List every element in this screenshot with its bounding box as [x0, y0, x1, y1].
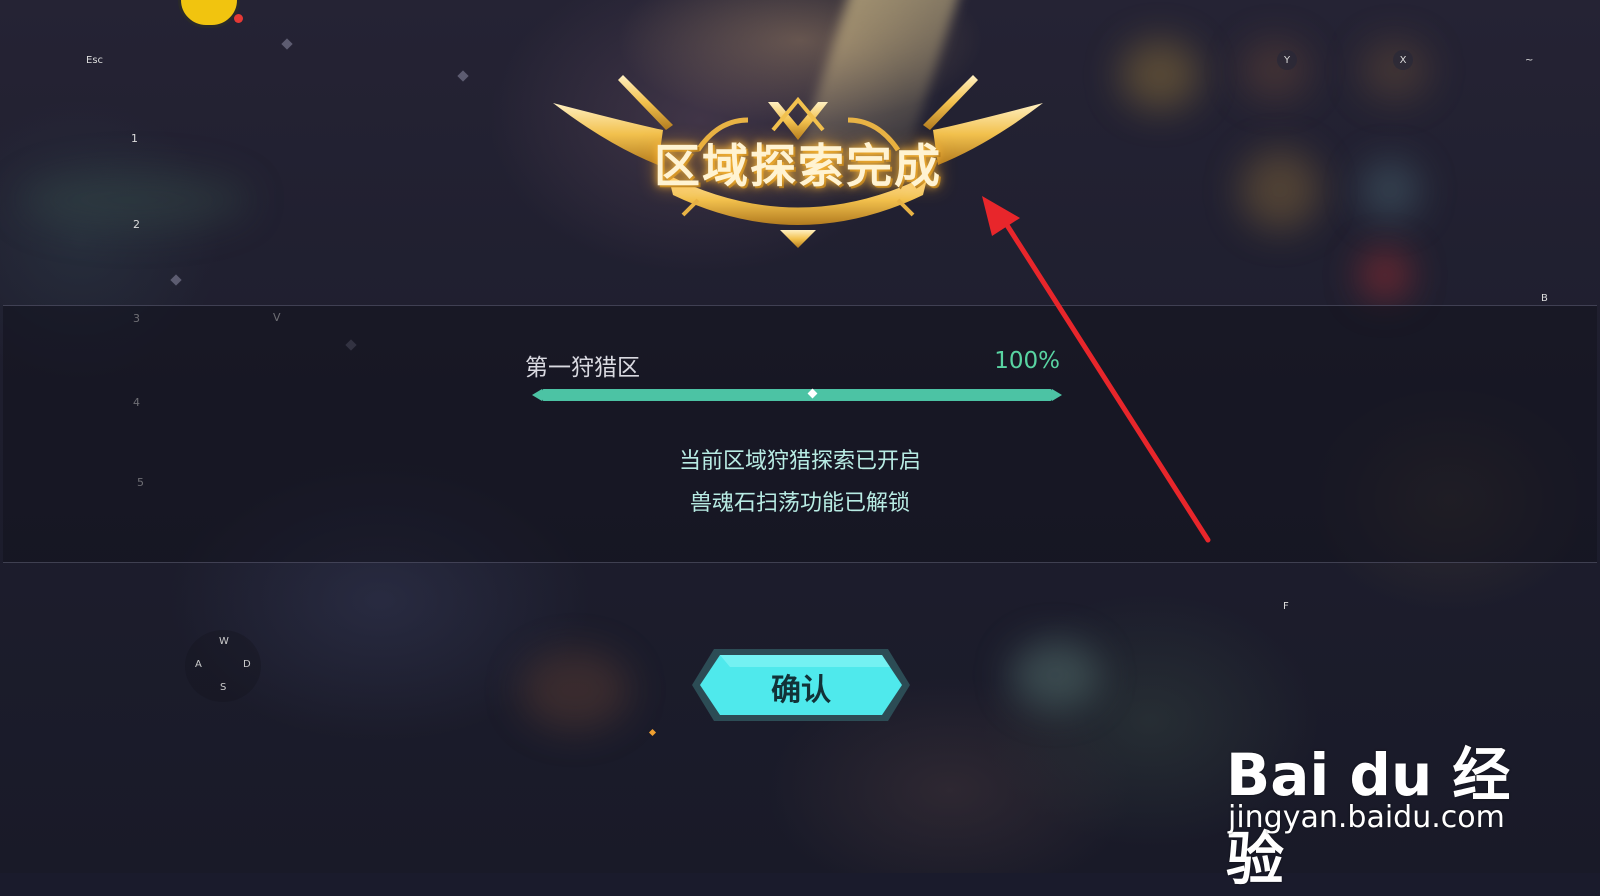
baidu-jingyan-watermark: Bai du 经验 jingyan.baidu.com — [1226, 700, 1526, 893]
watermark-url: jingyan.baidu.com — [1228, 800, 1505, 835]
